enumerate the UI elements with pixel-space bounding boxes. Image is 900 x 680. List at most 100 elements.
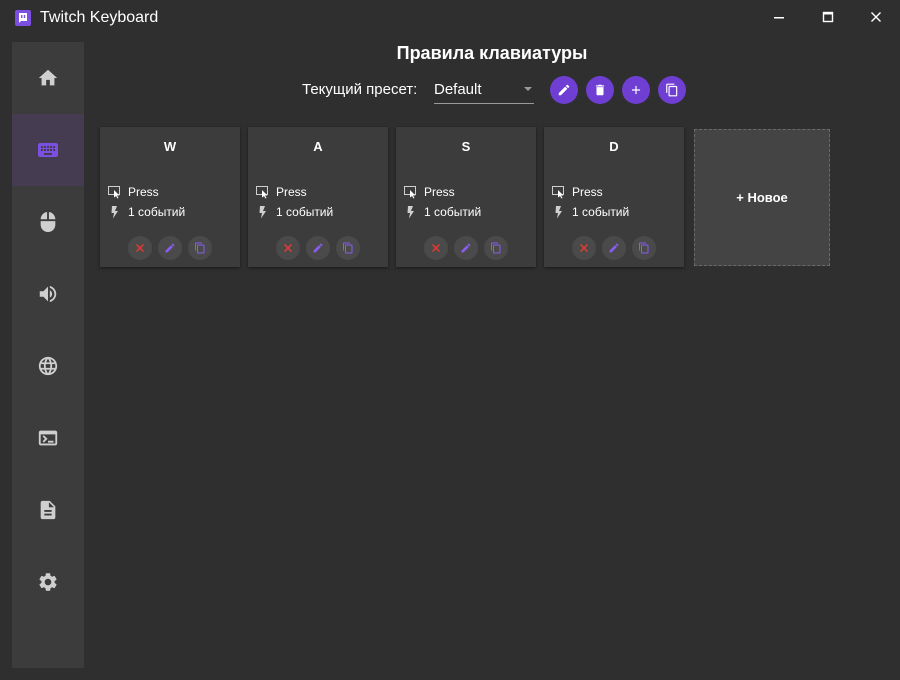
app-logo-icon — [15, 10, 31, 26]
rule-events-row: 1 событий — [108, 204, 185, 220]
copy-preset-button[interactable] — [658, 76, 686, 104]
copy-icon — [195, 242, 205, 254]
rule-events: 1 событий — [276, 205, 334, 219]
sidebar-item-mouse[interactable] — [12, 186, 84, 258]
add-rule-card[interactable]: + Новое — [694, 129, 830, 266]
rule-events-row: 1 событий — [552, 204, 629, 220]
maximize-icon — [822, 11, 834, 23]
trash-icon — [595, 84, 605, 96]
delete-preset-button[interactable] — [586, 76, 614, 104]
delete-rule-button[interactable] — [128, 236, 152, 260]
sidebar-item-home[interactable] — [12, 42, 84, 114]
globe-icon — [38, 356, 58, 376]
volume-icon — [39, 285, 57, 303]
edit-rule-button[interactable] — [158, 236, 182, 260]
rule-events: 1 событий — [572, 205, 630, 219]
rule-card: A Press 1 событий — [248, 127, 388, 267]
delete-rule-button[interactable] — [424, 236, 448, 260]
copy-icon — [343, 242, 353, 254]
close-icon — [431, 243, 441, 253]
pencil-icon — [558, 84, 570, 96]
rule-events-row: 1 событий — [256, 204, 333, 220]
dropdown-arrow-icon — [524, 87, 532, 91]
rule-key: W — [163, 139, 177, 154]
close-icon — [579, 243, 589, 253]
rule-action: Press — [572, 185, 603, 199]
sidebar-item-settings[interactable] — [12, 546, 84, 618]
sidebar — [12, 42, 84, 668]
sidebar-item-logs[interactable] — [12, 474, 84, 546]
sidebar-item-keyboard[interactable] — [12, 114, 84, 186]
rule-action: Press — [276, 185, 307, 199]
document-icon — [40, 500, 56, 520]
rule-card: S Press 1 событий — [396, 127, 536, 267]
edit-preset-button[interactable] — [550, 76, 578, 104]
pencil-icon — [165, 243, 175, 253]
close-icon — [283, 243, 293, 253]
copy-rule-button[interactable] — [336, 236, 360, 260]
rule-action: Press — [128, 185, 159, 199]
pencil-icon — [313, 243, 323, 253]
maximize-button[interactable] — [805, 2, 851, 32]
terminal-icon — [38, 430, 58, 446]
home-icon — [38, 69, 58, 86]
copy-icon — [666, 83, 678, 97]
delete-rule-button[interactable] — [572, 236, 596, 260]
copy-rule-button[interactable] — [484, 236, 508, 260]
rule-action-row: Press — [404, 184, 455, 200]
mouse-click-icon — [404, 185, 418, 199]
rule-actions — [128, 236, 218, 260]
lightning-icon — [404, 205, 418, 219]
sidebar-item-web[interactable] — [12, 330, 84, 402]
copy-icon — [639, 242, 649, 254]
rule-key: A — [313, 139, 323, 154]
lightning-icon — [256, 205, 270, 219]
edit-rule-button[interactable] — [306, 236, 330, 260]
rule-events: 1 событий — [424, 205, 482, 219]
copy-rule-button[interactable] — [632, 236, 656, 260]
rule-action: Press — [424, 185, 455, 199]
mouse-click-icon — [256, 185, 270, 199]
page-title: Правила клавиатуры — [396, 43, 588, 63]
copy-rule-button[interactable] — [188, 236, 212, 260]
preset-select[interactable]: Default — [434, 74, 534, 104]
rule-actions — [276, 236, 366, 260]
copy-icon — [491, 242, 501, 254]
pencil-icon — [609, 243, 619, 253]
rule-action-row: Press — [256, 184, 307, 200]
rule-actions — [424, 236, 514, 260]
keyboard-icon — [38, 143, 58, 157]
preset-select-value: Default — [434, 81, 482, 98]
mouse-icon — [40, 211, 56, 233]
delete-rule-button[interactable] — [276, 236, 300, 260]
rule-action-row: Press — [108, 184, 159, 200]
rule-events: 1 событий — [128, 205, 186, 219]
title-bar: Twitch Keyboard — [0, 0, 900, 36]
rule-events-row: 1 событий — [404, 204, 481, 220]
rule-key: S — [461, 139, 471, 154]
gear-icon — [39, 573, 57, 591]
close-button[interactable] — [853, 2, 899, 32]
minimize-button[interactable] — [756, 2, 802, 32]
plus-icon — [631, 85, 641, 95]
rule-action-row: Press — [552, 184, 603, 200]
rule-actions — [572, 236, 662, 260]
preset-label: Текущий пресет: — [302, 81, 418, 98]
minimize-icon — [774, 17, 784, 19]
rule-key: D — [609, 139, 619, 154]
lightning-icon — [108, 205, 122, 219]
add-rule-label: + Новое — [736, 190, 788, 205]
app-title: Twitch Keyboard — [40, 9, 159, 26]
close-icon — [871, 12, 881, 22]
sidebar-item-sound[interactable] — [12, 258, 84, 330]
mouse-click-icon — [552, 185, 566, 199]
edit-rule-button[interactable] — [454, 236, 478, 260]
sidebar-item-console[interactable] — [12, 402, 84, 474]
rule-card: W Press 1 событий — [100, 127, 240, 267]
rule-card: D Press 1 событий — [544, 127, 684, 267]
close-icon — [135, 243, 145, 253]
pencil-icon — [461, 243, 471, 253]
add-preset-button[interactable] — [622, 76, 650, 104]
mouse-click-icon — [108, 185, 122, 199]
edit-rule-button[interactable] — [602, 236, 626, 260]
